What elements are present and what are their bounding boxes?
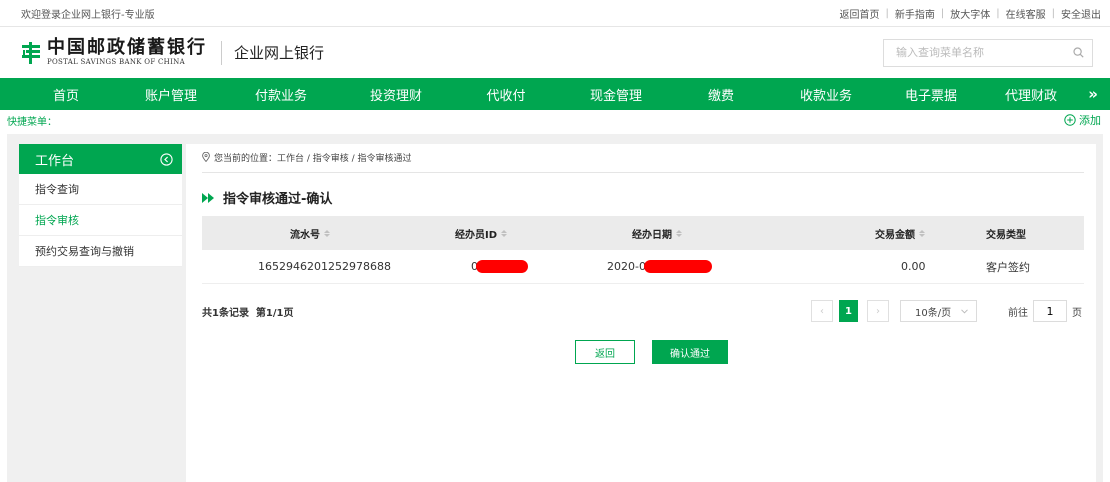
welcome-text: 欢迎登录企业网上银行-专业版 xyxy=(21,9,155,21)
sidebar-item-instruction-query[interactable]: 指令查询 xyxy=(19,174,182,205)
top-link-home[interactable]: 返回首页 xyxy=(834,6,886,21)
bank-name-cn: 中国邮政储蓄银行 xyxy=(47,37,207,58)
nav-item-home[interactable]: 首页 xyxy=(6,85,126,104)
divider xyxy=(221,40,222,65)
section-title-text: 指令审核通过-确认 xyxy=(223,192,333,207)
instruction-table: 流水号 经办员ID 经办日期 交易金额 交易类型 165294620125297… xyxy=(202,216,1084,284)
column-header-operator-id[interactable]: 经办员ID xyxy=(455,226,508,241)
double-arrow-icon xyxy=(202,192,215,203)
bank-name-en: POSTAL SAVINGS BANK OF CHINA xyxy=(47,58,185,66)
column-header-label: 交易金额 xyxy=(875,229,915,241)
sort-icon[interactable] xyxy=(324,229,330,237)
sort-icon[interactable] xyxy=(676,229,682,237)
menu-search-input[interactable] xyxy=(896,46,1056,59)
redaction-mark xyxy=(476,260,528,273)
nav-item-bill-pay[interactable]: 缴费 xyxy=(666,85,776,104)
table-row[interactable]: 1652946201252978688 0 2020-0 0.00 客户签约 xyxy=(202,250,1084,284)
column-header-date[interactable]: 经办日期 xyxy=(632,226,682,241)
column-header-type: 交易类型 xyxy=(986,229,1026,241)
page-button-current[interactable]: 1 xyxy=(839,300,858,322)
bank-logo-icon xyxy=(22,41,40,64)
sidebar-header: 工作台 xyxy=(19,144,182,174)
nav-item-e-bills[interactable]: 电子票据 xyxy=(876,85,986,104)
cell-amount: 0.00 xyxy=(901,260,926,273)
breadcrumb: 您当前的位置：工作台 / 指令审核 / 指令审核通过 xyxy=(202,151,1084,173)
nav-item-account[interactable]: 账户管理 xyxy=(126,85,216,104)
next-page-button[interactable]: › xyxy=(867,300,889,322)
add-circle-icon xyxy=(1064,114,1076,126)
confirm-approve-button[interactable]: 确认通过 xyxy=(652,340,728,364)
site-subtitle: 企业网上银行 xyxy=(234,44,325,62)
sort-icon[interactable] xyxy=(919,229,925,237)
goto-suffix: 页 xyxy=(1072,307,1082,319)
pagination-summary: 共1条记录 第1/1页 xyxy=(202,307,294,319)
main-panel: 您当前的位置：工作台 / 指令审核 / 指令审核通过 指令审核通过-确认 流水号… xyxy=(186,144,1096,482)
top-bar: 欢迎登录企业网上银行-专业版 返回首页 | 新手指南 | 放大字体 | 在线客服 | 安… xyxy=(0,0,1110,27)
section-title: 指令审核通过-确认 xyxy=(202,188,332,207)
nav-item-cash-mgmt[interactable]: 现金管理 xyxy=(566,85,666,104)
column-header-label: 流水号 xyxy=(290,229,320,241)
quick-menu-add-label: 添加 xyxy=(1079,114,1101,127)
cell-date: 2020-0 xyxy=(607,260,712,273)
collapse-sidebar-icon[interactable] xyxy=(160,152,173,166)
table-header: 流水号 经办员ID 经办日期 交易金额 交易类型 xyxy=(202,216,1084,250)
bank-logo[interactable]: 中国邮政储蓄银行 POSTAL SAVINGS BANK OF CHINA xyxy=(21,39,207,66)
top-link-online-service[interactable]: 在线客服 xyxy=(1000,6,1052,21)
header: 中国邮政储蓄银行 POSTAL SAVINGS BANK OF CHINA 企业… xyxy=(0,27,1110,78)
nav-item-investment[interactable]: 投资理财 xyxy=(346,85,446,104)
goto-page: 前往 页 xyxy=(1008,300,1082,322)
brand: 中国邮政储蓄银行 POSTAL SAVINGS BANK OF CHINA 企业… xyxy=(21,39,324,66)
prev-page-button[interactable]: ‹ xyxy=(811,300,833,322)
location-pin-icon xyxy=(202,152,210,162)
search-icon[interactable] xyxy=(1073,47,1084,58)
cell-serial: 1652946201252978688 xyxy=(258,260,391,273)
breadcrumb-text: 您当前的位置：工作台 / 指令审核 / 指令审核通过 xyxy=(214,154,412,164)
sidebar-title: 工作台 xyxy=(35,153,75,169)
top-link-logout[interactable]: 安全退出 xyxy=(1055,6,1101,21)
sort-icon[interactable] xyxy=(501,229,508,237)
nav-item-receipts[interactable]: 收款业务 xyxy=(776,85,876,104)
goto-page-input[interactable] xyxy=(1033,300,1067,322)
quick-menu-label: 快捷菜单： xyxy=(7,116,57,128)
pagination: 共1条记录 第1/1页 ‹ 1 › 10条/页 前往 页 xyxy=(202,300,1084,322)
sidebar-item-scheduled-trade[interactable]: 预约交易查询与撤销 xyxy=(19,236,182,267)
menu-search xyxy=(883,38,1093,67)
goto-label: 前往 xyxy=(1008,307,1028,319)
nav-item-fiscal-agency[interactable]: 代理财政 xyxy=(986,85,1076,104)
nav-item-payment[interactable]: 付款业务 xyxy=(216,85,346,104)
top-link-guide[interactable]: 新手指南 xyxy=(889,6,941,21)
page-size-value: 10条/页 xyxy=(915,307,952,319)
quick-menu-add-button[interactable]: 添加 xyxy=(1064,112,1101,128)
redaction-mark xyxy=(643,260,712,273)
column-header-amount[interactable]: 交易金额 xyxy=(875,226,925,241)
sidebar-item-instruction-review[interactable]: 指令审核 xyxy=(19,205,182,236)
nav-item-collect-pay[interactable]: 代收付 xyxy=(446,85,566,104)
cell-date-text: 2020-0 xyxy=(607,260,646,273)
nav-more-icon[interactable]: » xyxy=(1088,78,1098,110)
column-header-serial[interactable]: 流水号 xyxy=(290,226,330,241)
back-button[interactable]: 返回 xyxy=(575,340,635,364)
top-links: 返回首页 | 新手指南 | 放大字体 | 在线客服 | 安全退出 xyxy=(834,6,1102,21)
column-header-label: 经办员ID xyxy=(455,229,498,241)
cell-operator-id: 0 xyxy=(471,260,528,273)
work-area: 工作台 指令查询 指令审核 预约交易查询与撤销 您当前的位置：工作台 / 指令审… xyxy=(7,134,1103,482)
main-nav: 首页 账户管理 付款业务 投资理财 代收付 现金管理 缴费 收款业务 电子票据 … xyxy=(0,78,1110,110)
sidebar: 工作台 指令查询 指令审核 预约交易查询与撤销 xyxy=(19,144,182,267)
page-size-select[interactable]: 10条/页 xyxy=(900,300,977,322)
column-header-label: 经办日期 xyxy=(632,229,672,241)
top-link-enlarge-font[interactable]: 放大字体 xyxy=(944,6,996,21)
quick-menu-bar: 快捷菜单： 添加 xyxy=(0,110,1110,130)
chevron-down-icon xyxy=(961,308,968,314)
cell-type: 客户签约 xyxy=(986,260,1030,274)
